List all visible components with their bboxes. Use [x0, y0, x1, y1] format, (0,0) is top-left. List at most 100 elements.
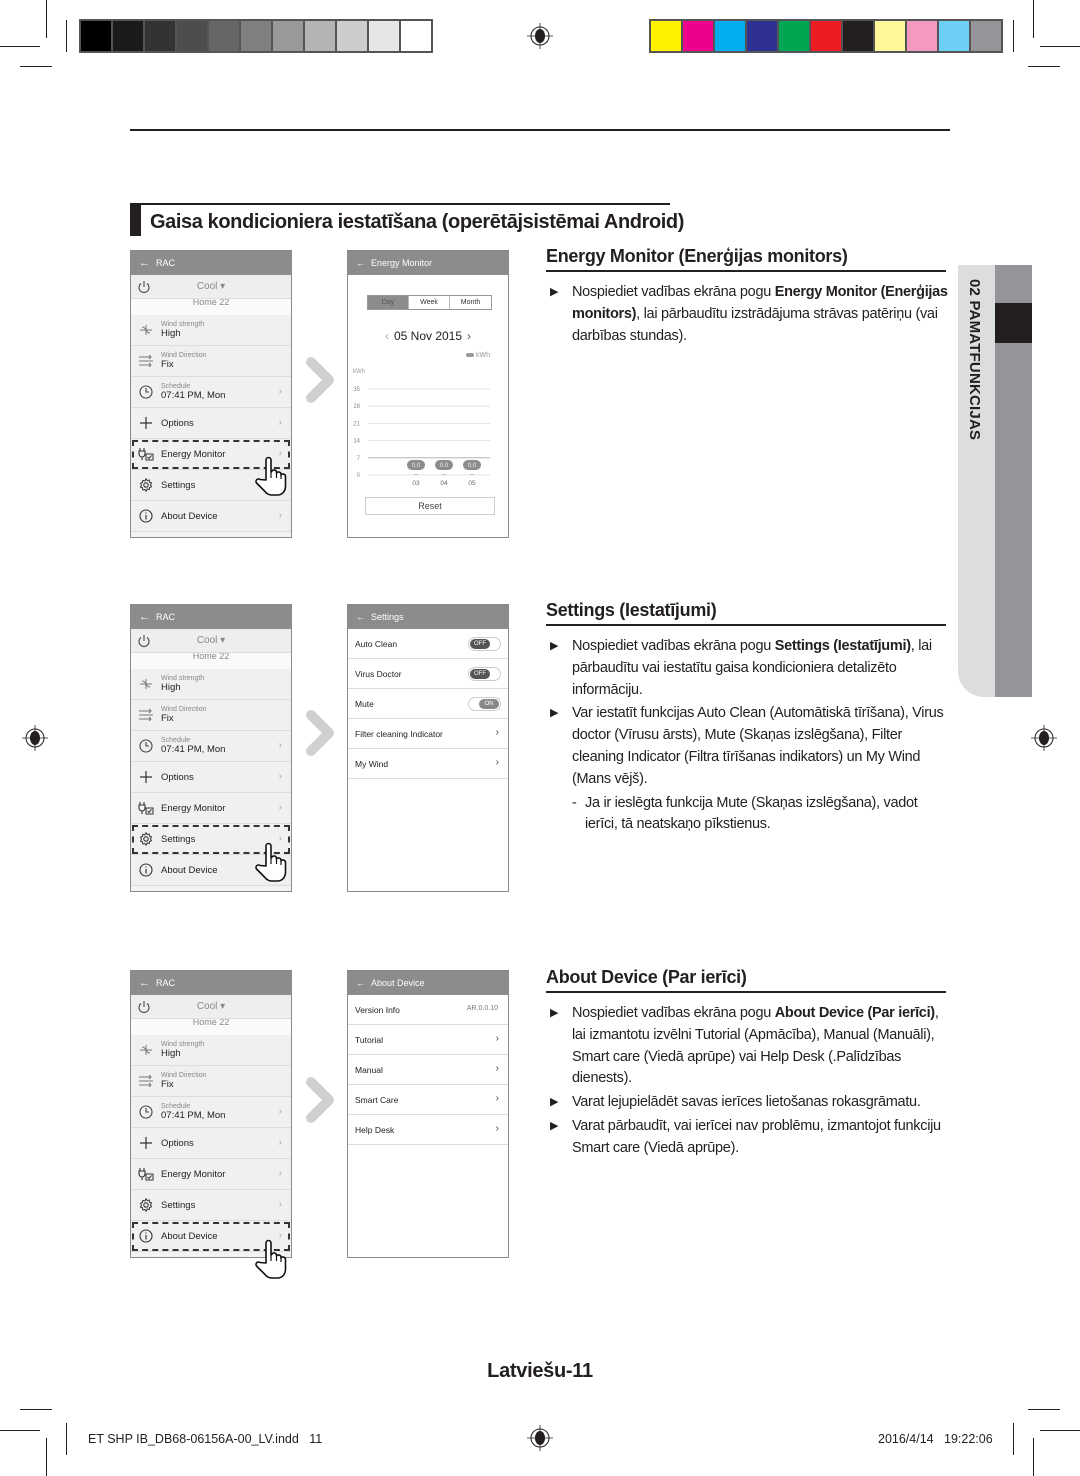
back-arrow-icon[interactable]: ←	[356, 978, 365, 988]
chevron-right-icon: ›	[278, 1106, 282, 1117]
chapter-label: 02 PAMATFUNKCIJAS	[966, 279, 983, 441]
mode-dropdown[interactable]: Cool ▾	[131, 635, 291, 646]
setting-mute[interactable]: Mute ON	[348, 689, 508, 719]
about-device-bullets: Nospiediet vadības ekrāna pogu About Dev…	[548, 1003, 948, 1160]
settings-bullets: Nospiediet vadības ekrāna pogu Settings …	[548, 636, 948, 836]
back-arrow-icon[interactable]: ←	[356, 258, 365, 268]
setting-filter-cleaning-indicator[interactable]: Filter cleaning Indicator ›	[348, 719, 508, 749]
next-date-icon[interactable]: ›	[467, 329, 471, 343]
chevron-right-icon: ›	[495, 1123, 499, 1134]
chevron-right-icon: ›	[495, 757, 499, 768]
registration-mark-icon	[527, 23, 553, 49]
screen-header: ← About Device	[348, 971, 508, 995]
menu-item-wind-direction[interactable]: Wind Direction Fix	[131, 346, 291, 377]
wind-direction-icon	[131, 355, 161, 367]
tab-week[interactable]: Week	[409, 296, 450, 309]
menu-item-options[interactable]: Options ›	[131, 408, 291, 439]
about-tutorial[interactable]: Tutorial ›	[348, 1025, 508, 1055]
section-title-text: Gaisa kondicioniera iestatīšana (operētā…	[150, 211, 685, 233]
x-tick-label: 03	[412, 480, 420, 487]
chevron-right-icon: ›	[278, 386, 282, 397]
menu-item-schedule[interactable]: Schedule 07:41 PM, Mon ›	[131, 1097, 291, 1128]
row-label: Smart Care	[355, 1094, 399, 1105]
mode-selector[interactable]: Cool ▾	[131, 275, 291, 299]
back-arrow-icon[interactable]: ←	[139, 611, 150, 623]
setting-auto-clean[interactable]: Auto Clean OFF	[348, 629, 508, 659]
chevron-right-icon: ›	[495, 1033, 499, 1044]
chevron-right-icon: ›	[278, 802, 282, 813]
pointing-hand-icon	[253, 1237, 289, 1281]
menu-item-wind-strength[interactable]: Wind strength High	[131, 669, 291, 700]
about-help-desk[interactable]: Help Desk ›	[348, 1115, 508, 1145]
menu-item-settings[interactable]: Settings ›	[131, 1190, 291, 1221]
side-tab-marker	[995, 303, 1032, 343]
footer-file-name: ET SHP IB_DB68-06156A-00_LV.indd 11	[88, 1432, 323, 1446]
auto-clean-toggle[interactable]: OFF	[468, 637, 501, 651]
setting-virus-doctor[interactable]: Virus Doctor OFF	[348, 659, 508, 689]
menu-item-wind-direction[interactable]: Wind Direction Fix	[131, 700, 291, 731]
about-smart-care[interactable]: Smart Care ›	[348, 1085, 508, 1115]
menu-item-energy-monitor[interactable]: Energy Monitor ›	[131, 793, 291, 824]
crop-mark	[0, 1430, 40, 1431]
page-number: Latviešu-11	[487, 1360, 593, 1382]
mode-selector[interactable]: Cool ▾	[131, 629, 291, 653]
row-label: Version Info	[355, 1004, 400, 1015]
chevron-right-icon: ›	[278, 417, 282, 428]
menu-item-options[interactable]: Options ›	[131, 1128, 291, 1159]
about-device-screen: ← About Device Version Info AR.0.0.10 Tuto…	[347, 970, 509, 1258]
menu-item-wind-strength[interactable]: Wind strength High	[131, 1035, 291, 1066]
tab-month[interactable]: Month	[450, 296, 491, 309]
mode-selector[interactable]: Cool ▾	[131, 995, 291, 1019]
virus-doctor-toggle[interactable]: OFF	[468, 667, 501, 681]
energy-monitor-screen: ← Energy Monitor Day Week Month ‹ 05 Nov 2…	[347, 250, 509, 538]
wind-direction-icon	[131, 709, 161, 721]
y-axis-label: kWh	[353, 369, 365, 375]
date-navigator: ‹ 05 Nov 2015 ›	[348, 329, 508, 343]
gray-swatch	[369, 21, 399, 51]
menu-item-wind-strength[interactable]: Wind strength High	[131, 315, 291, 346]
back-arrow-icon[interactable]: ←	[139, 257, 150, 269]
setting-label: Auto Clean	[355, 638, 398, 649]
menu-item-about-device[interactable]: About Device ›	[131, 501, 291, 532]
chevron-right-icon: ›	[278, 1137, 282, 1148]
energy-monitor-heading: Energy Monitor (Enerģijas monitors)	[546, 246, 946, 272]
menu-item-schedule[interactable]: Schedule 07:41 PM, Mon ›	[131, 731, 291, 762]
mode-dropdown[interactable]: Cool ▾	[131, 281, 291, 292]
crop-mark	[20, 66, 52, 67]
color-swatch	[907, 21, 937, 51]
menu-item-value: High	[161, 328, 181, 339]
color-swatch	[715, 21, 745, 51]
prev-date-icon[interactable]: ‹	[385, 329, 389, 343]
power-icon[interactable]	[137, 634, 151, 648]
clock-icon	[131, 1105, 161, 1119]
screen-header: ← RAC	[131, 251, 291, 275]
reset-button[interactable]: Reset	[365, 497, 495, 515]
mode-dropdown[interactable]: Cool ▾	[131, 1001, 291, 1012]
bar	[414, 474, 418, 475]
registration-mark-icon	[527, 1425, 553, 1451]
setting-my-wind[interactable]: My Wind ›	[348, 749, 508, 779]
gray-swatch	[401, 21, 431, 51]
back-arrow-icon[interactable]: ←	[139, 977, 150, 989]
chart-legend: kWh	[466, 352, 490, 359]
menu-item-label: About Device	[161, 510, 218, 522]
power-icon[interactable]	[137, 280, 151, 294]
menu-item-schedule[interactable]: Schedule 07:41 PM, Mon ›	[131, 377, 291, 408]
data-label: 0.0	[412, 463, 421, 469]
power-icon[interactable]	[137, 1000, 151, 1014]
menu-item-energy-monitor[interactable]: Energy Monitor ›	[131, 1159, 291, 1190]
info-icon	[131, 509, 161, 523]
menu-item-options[interactable]: Options ›	[131, 762, 291, 793]
back-arrow-icon[interactable]: ←	[356, 612, 365, 622]
screen-header: ← Energy Monitor	[348, 251, 508, 275]
color-swatch	[683, 21, 713, 51]
setting-label: Filter cleaning Indicator	[355, 728, 443, 739]
gray-swatch	[337, 21, 367, 51]
about-manual[interactable]: Manual ›	[348, 1055, 508, 1085]
mute-toggle[interactable]: ON	[468, 697, 501, 711]
menu-item-wind-direction[interactable]: Wind Direction Fix	[131, 1066, 291, 1097]
tab-day[interactable]: Day	[368, 296, 409, 309]
grayscale-calibration-bar	[79, 19, 433, 53]
menu-item-value: 07:41 PM, Mon	[161, 390, 226, 401]
menu-item-caption: Wind strength	[161, 321, 205, 328]
